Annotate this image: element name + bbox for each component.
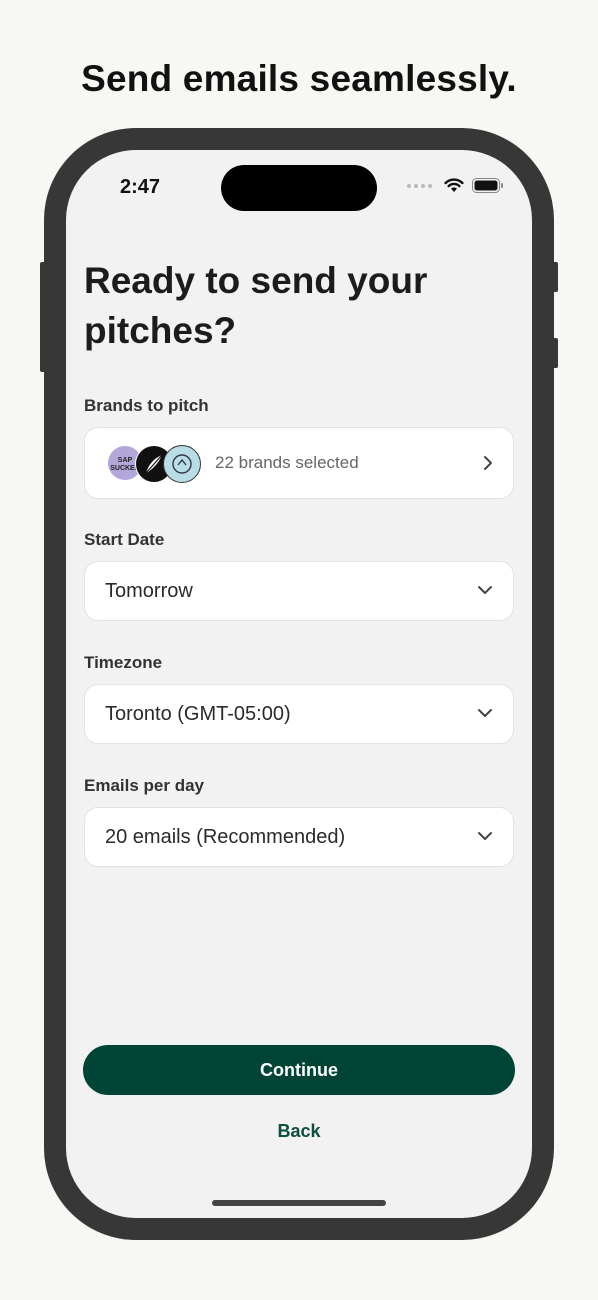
brand-avatars: SAP SUCKER bbox=[107, 445, 203, 483]
start-date-label: Start Date bbox=[84, 530, 165, 549]
continue-button[interactable]: Continue bbox=[83, 1045, 515, 1095]
side-button-right-top bbox=[552, 262, 558, 292]
battery-icon bbox=[472, 178, 503, 193]
chevron-right-icon bbox=[484, 456, 492, 470]
timezone-label: Timezone bbox=[84, 653, 163, 672]
brand-avatar-cartoon-logo bbox=[163, 445, 201, 483]
status-time: 2:47 bbox=[120, 176, 161, 198]
chevron-down-icon bbox=[478, 586, 492, 594]
back-button[interactable]: Back bbox=[66, 1121, 532, 1142]
dynamic-island bbox=[221, 165, 377, 211]
brands-selector[interactable]: SAP SUCKER 22 brands selected bbox=[84, 427, 514, 499]
phone-screen: 2:47 Ready to send your pitches? Brands … bbox=[66, 150, 532, 1218]
side-button-right-bottom bbox=[552, 338, 558, 368]
emails-per-day-label: Emails per day bbox=[84, 776, 205, 795]
chevron-down-icon bbox=[478, 832, 492, 840]
timezone-value: Toronto (GMT-05:00) bbox=[105, 703, 291, 725]
side-button-left bbox=[40, 262, 46, 372]
brands-label: Brands to pitch bbox=[84, 396, 209, 415]
page-headline: Send emails seamlessly. bbox=[81, 58, 517, 99]
start-date-select[interactable]: Tomorrow bbox=[84, 561, 514, 621]
brands-selected-count: 22 brands selected bbox=[215, 453, 359, 472]
chevron-down-icon bbox=[478, 709, 492, 717]
signal-dots-icon bbox=[407, 183, 432, 188]
emails-per-day-value: 20 emails (Recommended) bbox=[105, 826, 346, 848]
timezone-select[interactable]: Toronto (GMT-05:00) bbox=[84, 684, 514, 744]
status-icons bbox=[407, 178, 504, 193]
wifi-icon bbox=[444, 178, 464, 192]
emails-per-day-select[interactable]: 20 emails (Recommended) bbox=[84, 807, 514, 867]
page-title: Ready to send your pitches? bbox=[84, 260, 428, 351]
home-indicator bbox=[212, 1200, 386, 1206]
start-date-value: Tomorrow bbox=[105, 580, 193, 602]
